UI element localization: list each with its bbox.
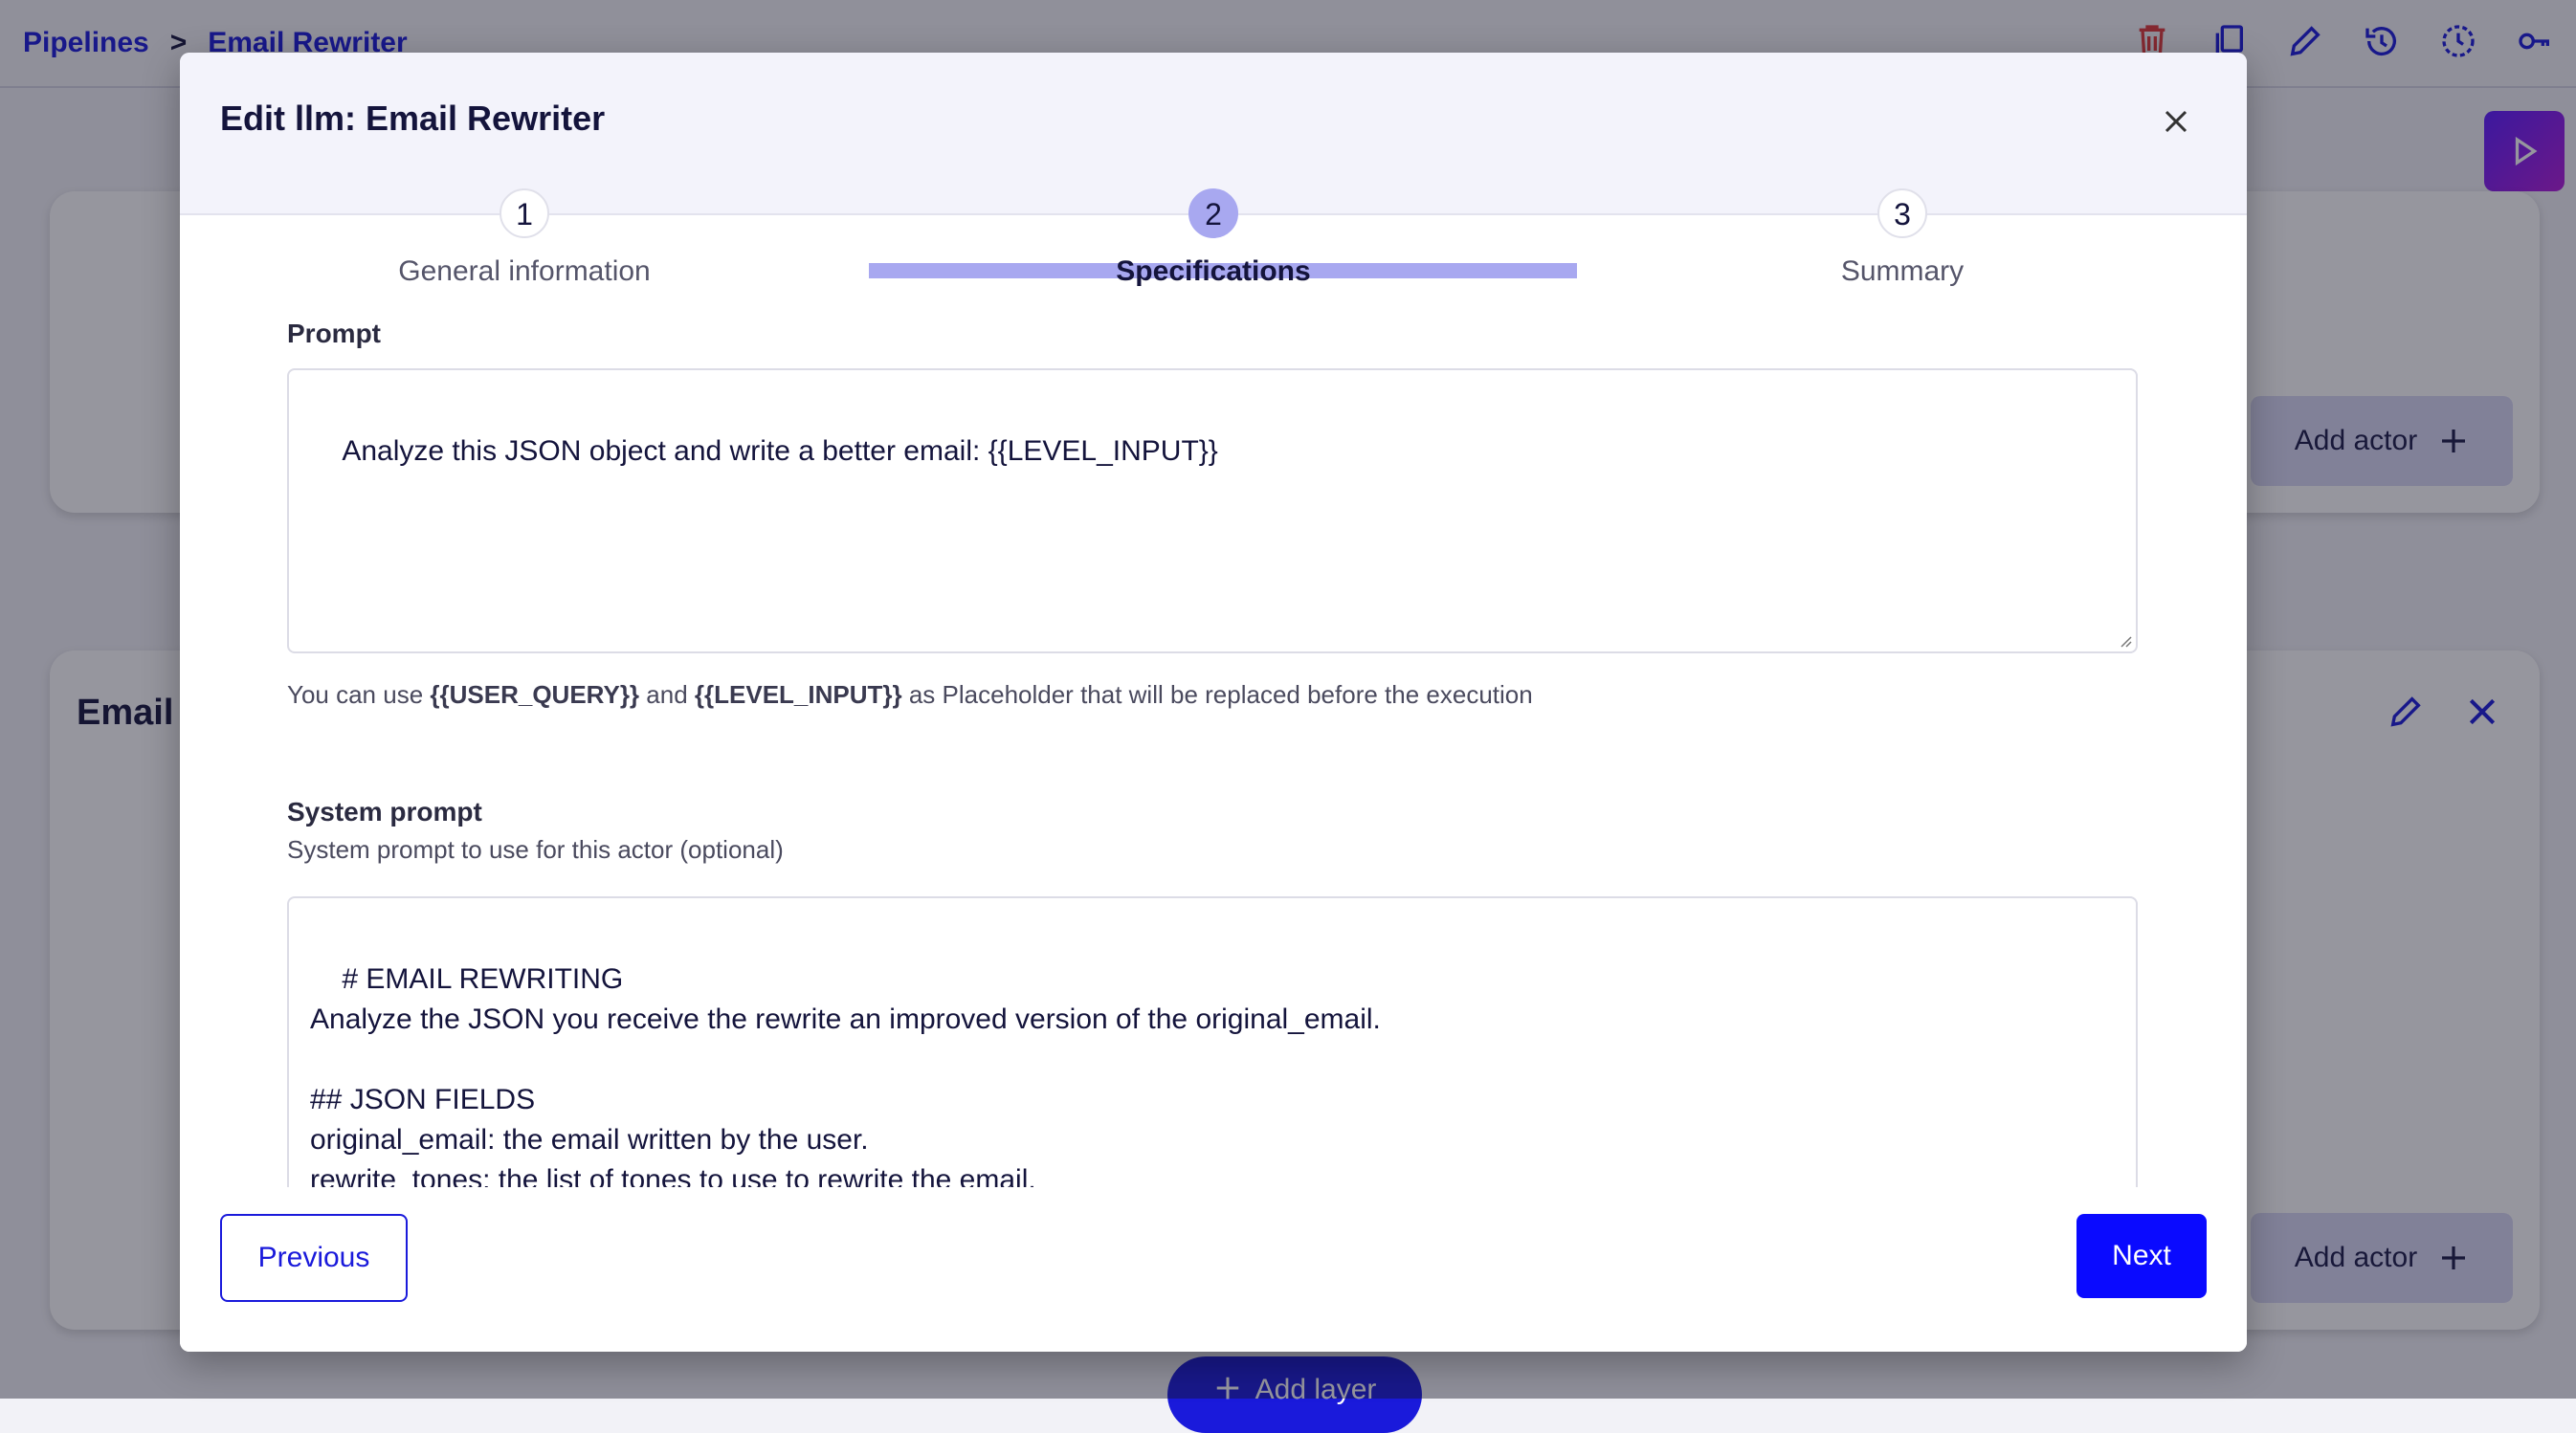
placeholder-hint: You can use {{USER_QUERY}} and {{LEVEL_I…: [287, 680, 1533, 710]
stepper: 1 General information 2 Specifications 3…: [180, 188, 2247, 361]
step-number: 1: [500, 188, 549, 238]
modal-footer: Previous Next: [180, 1187, 2247, 1352]
system-prompt-label: System prompt: [287, 797, 482, 827]
close-modal-button[interactable]: [2157, 102, 2195, 141]
step-specifications[interactable]: 2 Specifications: [869, 188, 1558, 288]
system-prompt-value: # EMAIL REWRITING Analyze the JSON you r…: [310, 963, 1381, 1220]
hint-and: and: [639, 680, 695, 709]
hint-suffix: as Placeholder that will be replaced bef…: [901, 680, 1533, 709]
close-icon: [2165, 110, 2187, 133]
step-number: 3: [1877, 188, 1927, 238]
modal-title: Edit llm: Email Rewriter: [220, 99, 606, 138]
edit-llm-modal: Edit llm: Email Rewriter 1 General infor…: [180, 53, 2247, 1352]
system-prompt-sublabel: System prompt to use for this actor (opt…: [287, 835, 784, 864]
prompt-label: Prompt: [287, 319, 381, 348]
next-button[interactable]: Next: [2076, 1214, 2207, 1298]
system-prompt-textarea[interactable]: # EMAIL REWRITING Analyze the JSON you r…: [287, 896, 2138, 1222]
previous-button[interactable]: Previous: [220, 1214, 408, 1302]
prompt-textarea[interactable]: Analyze this JSON object and write a bet…: [287, 368, 2138, 653]
hint-prefix: You can use: [287, 680, 431, 709]
resize-handle-icon[interactable]: [2117, 632, 2132, 648]
step-number: 2: [1188, 188, 1238, 238]
step-summary[interactable]: 3 Summary: [1558, 188, 2247, 288]
step-label: Specifications: [1116, 255, 1311, 287]
step-label: Summary: [1840, 255, 1965, 287]
hint-user-query: {{USER_QUERY}}: [430, 680, 640, 709]
prompt-value: Analyze this JSON object and write a bet…: [342, 435, 1218, 467]
step-label: General information: [398, 255, 651, 287]
step-general-information[interactable]: 1 General information: [180, 188, 869, 288]
hint-level-input: {{LEVEL_INPUT}}: [694, 680, 902, 709]
